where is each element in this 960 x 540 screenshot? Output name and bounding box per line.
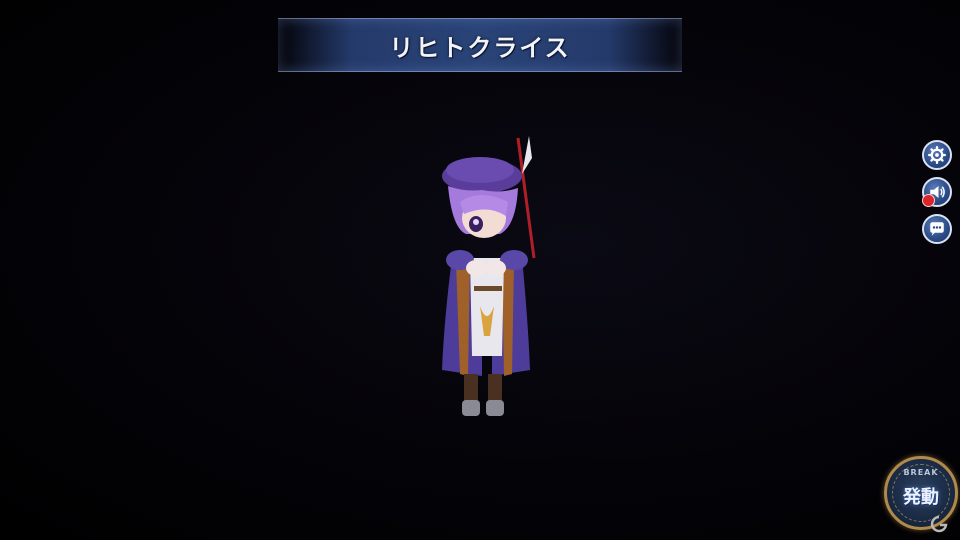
settings-button[interactable] [922,140,952,170]
character-name: リヒトクライス [389,33,571,62]
watermark-logo-icon [930,515,948,533]
chat-bubble-icon [930,222,944,236]
character-sprite [430,130,550,425]
gear-icon [928,146,946,164]
burst-button-text: 発動 [903,487,939,508]
character-illustration [442,136,536,416]
side-menu [922,140,956,251]
chat-button[interactable] [922,214,952,244]
burst-label: BREAK [903,468,939,477]
sound-button[interactable] [922,177,952,207]
character-name-banner: リヒトクライス [278,18,682,72]
game-scene: リヒトクライス BREAK 発動 [0,0,960,540]
muted-indicator-icon [922,194,935,207]
